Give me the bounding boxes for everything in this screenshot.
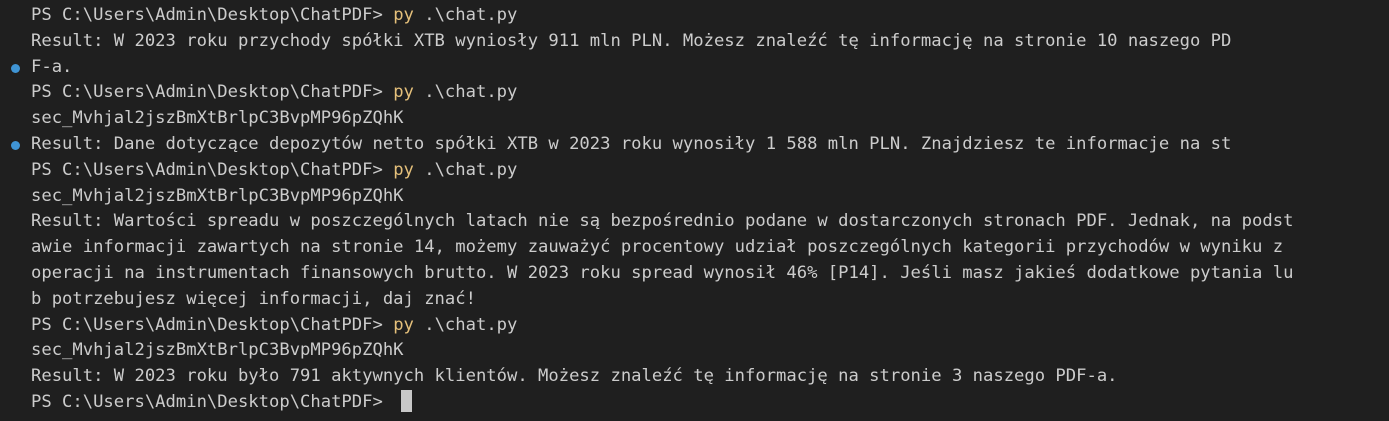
terminal-line: sec_Mvhjal2jszBmXtBrlpC3BvpMP96pZQhK <box>0 106 1389 132</box>
output-text: sec_Mvhjal2jszBmXtBrlpC3BvpMP96pZQhK <box>31 108 404 129</box>
output-text: b potrzebujesz więcej informacji, daj zn… <box>31 288 476 309</box>
output-text: Result: Wartości spreadu w poszczególnyc… <box>31 211 1294 232</box>
output-text: awie informacji zawartych na stronie 14,… <box>31 237 1284 258</box>
command-name: py <box>393 82 414 103</box>
command-decoration-marker-icon[interactable] <box>11 140 20 150</box>
terminal-line: PS C:\Users\Admin\Desktop\ChatPDF> py .\… <box>0 313 1389 339</box>
command-name: py <box>393 5 414 25</box>
output-text: F-a. <box>31 56 73 77</box>
command-name: py <box>393 159 414 180</box>
command-args: .\chat.py <box>413 314 518 335</box>
output-text: Result: W 2023 roku było 791 aktywnych k… <box>31 366 1118 387</box>
text-cursor[interactable] <box>401 389 413 412</box>
output-text: sec_Mvhjal2jszBmXtBrlpC3BvpMP96pZQhK <box>31 185 404 206</box>
command-name: py <box>393 314 414 335</box>
prompt-path: PS C:\Users\Admin\Desktop\ChatPDF> <box>31 82 383 103</box>
command-args: .\chat.py <box>413 5 518 25</box>
terminal-line: awie informacji zawartych na stronie 14,… <box>0 235 1389 261</box>
terminal-line: operacji na instrumentach finansowych br… <box>0 261 1389 287</box>
terminal-line: PS C:\Users\Admin\Desktop\ChatPDF> py .\… <box>0 3 1389 29</box>
terminal-line: sec_Mvhjal2jszBmXtBrlpC3BvpMP96pZQhK <box>0 338 1389 364</box>
terminal-line: sec_Mvhjal2jszBmXtBrlpC3BvpMP96pZQhK <box>0 184 1389 210</box>
terminal-line: PS C:\Users\Admin\Desktop\ChatPDF> py .\… <box>0 158 1389 184</box>
prompt-path: PS C:\Users\Admin\Desktop\ChatPDF> <box>31 391 383 412</box>
prompt-path: PS C:\Users\Admin\Desktop\ChatPDF> <box>31 159 383 180</box>
output-text: operacji na instrumentach finansowych br… <box>31 262 1294 283</box>
terminal-line: Result: Wartości spreadu w poszczególnyc… <box>0 209 1389 235</box>
output-text: Result: W 2023 roku przychody spółki XTB… <box>31 30 1232 51</box>
terminal-line: Result: W 2023 roku było 791 aktywnych k… <box>0 364 1389 390</box>
prompt-path: PS C:\Users\Admin\Desktop\ChatPDF> <box>31 5 383 25</box>
command-decoration-marker-icon[interactable] <box>11 63 20 73</box>
output-text: Result: Dane dotyczące depozytów netto s… <box>31 133 1232 154</box>
terminal-line: Result: W 2023 roku przychody spółki XTB… <box>0 29 1389 55</box>
terminal-output[interactable]: PS C:\Users\Admin\Desktop\ChatPDF> py .\… <box>0 3 1389 416</box>
terminal-line: Result: Dane dotyczące depozytów netto s… <box>0 132 1389 158</box>
command-args: .\chat.py <box>413 82 518 103</box>
terminal-line: PS C:\Users\Admin\Desktop\ChatPDF> py .\… <box>0 80 1389 106</box>
prompt-path: PS C:\Users\Admin\Desktop\ChatPDF> <box>31 314 383 335</box>
terminal-line: b potrzebujesz więcej informacji, daj zn… <box>0 287 1389 313</box>
command-args: .\chat.py <box>413 159 518 180</box>
terminal-line: PS C:\Users\Admin\Desktop\ChatPDF> <box>0 389 1389 416</box>
terminal-line: F-a. <box>0 55 1389 81</box>
output-text: sec_Mvhjal2jszBmXtBrlpC3BvpMP96pZQhK <box>31 340 404 361</box>
